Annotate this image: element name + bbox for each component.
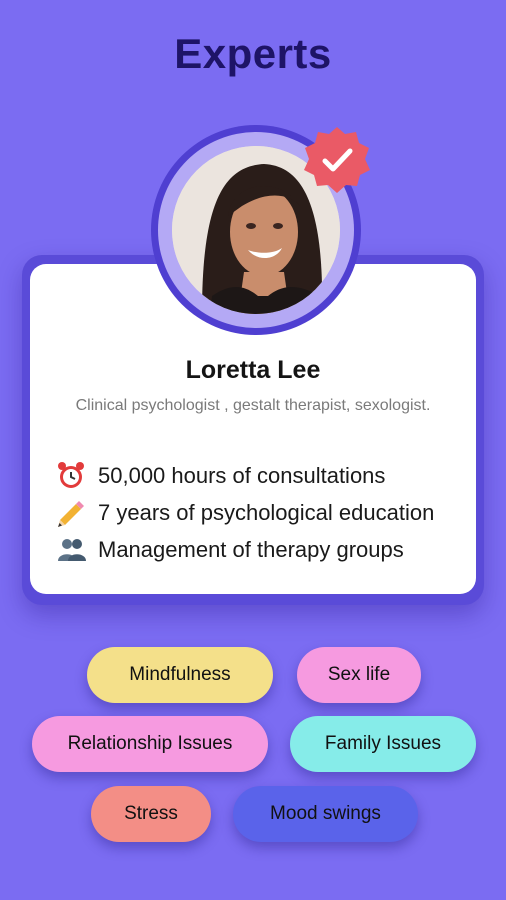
fact-text: Management of therapy groups — [98, 536, 404, 562]
fact-item: 50,000 hours of consultations — [56, 457, 476, 494]
tag-sex-life[interactable]: Sex life — [297, 647, 421, 703]
tag-mindfulness[interactable]: Mindfulness — [87, 647, 273, 703]
people-icon — [56, 535, 98, 565]
fact-text: 50,000 hours of consultations — [98, 462, 386, 488]
verified-badge-icon — [302, 125, 372, 195]
tag-relationship-issues[interactable]: Relationship Issues — [32, 716, 268, 772]
expert-name: Loretta Lee — [185, 356, 321, 384]
pencil-icon — [56, 498, 98, 528]
fact-text: 7 years of psychological education — [98, 499, 435, 525]
tag-mood-swings[interactable]: Mood swings — [233, 786, 418, 842]
expert-facts-list: 50,000 hours of consultations 7 years of… — [56, 457, 476, 568]
expert-role: Clinical psychologist , gestalt therapis… — [75, 397, 431, 414]
alarm-clock-icon — [56, 461, 98, 491]
tag-stress[interactable]: Stress — [91, 786, 211, 842]
fact-item: Management of therapy groups — [56, 531, 476, 568]
fact-item: 7 years of psychological education — [56, 494, 476, 531]
page-title: Experts — [174, 30, 332, 77]
tag-family-issues[interactable]: Family Issues — [290, 716, 476, 772]
